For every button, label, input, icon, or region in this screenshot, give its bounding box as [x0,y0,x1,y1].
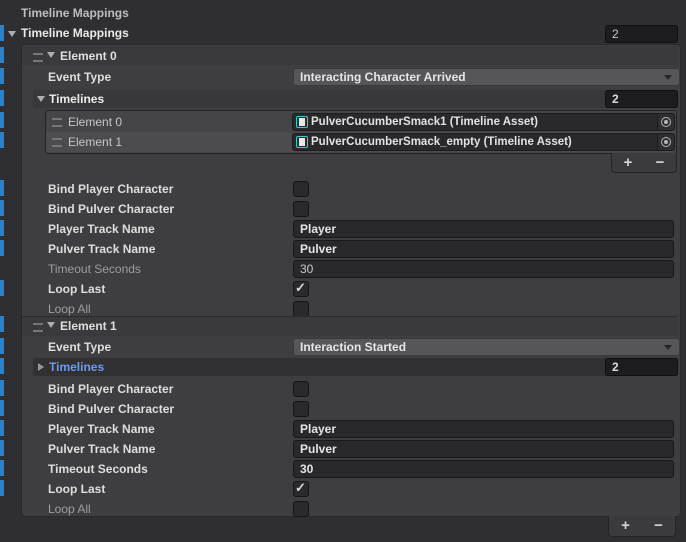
timeline-asset-name: PulverCucumberSmack_empty (Timeline Asse… [308,134,657,150]
timeout-seconds-label: Timeout Seconds [48,260,141,278]
timeline-asset-name: PulverCucumberSmack1 (Timeline Asset) [308,114,657,130]
bind-pulver-character-label: Bind Pulver Character [48,200,174,218]
override-bar [0,460,4,476]
remove-timeline-button[interactable]: − [648,154,672,172]
timeline-asset-icon [296,116,308,128]
override-bar [0,112,4,128]
player-track-name-field[interactable]: Player [293,220,674,238]
override-bar [0,25,4,41]
add-timeline-button[interactable]: + [616,154,640,172]
element-1-header[interactable] [22,316,678,336]
timeline-mappings-list-footer: + − [608,516,676,537]
object-picker-button[interactable] [657,134,674,150]
dropdown-arrow-icon [664,75,672,80]
event-type-label: Event Type [48,68,111,86]
override-bar [0,240,4,256]
pulver-track-name-field[interactable]: Pulver [293,240,674,258]
timeout-seconds-field[interactable]: 30 [293,460,674,478]
event-type-dropdown[interactable]: Interacting Character Arrived [293,68,680,86]
timelines-foldout[interactable]: Timelines [49,90,104,108]
timelines-header[interactable] [33,90,678,108]
add-element-button[interactable]: + [614,517,638,535]
loop-last-label: Loop Last [48,480,105,498]
override-bar [0,180,4,196]
timeout-seconds-field[interactable]: 30 [293,260,674,278]
pulver-track-name-label: Pulver Track Name [48,240,155,258]
loop-last-checkbox[interactable] [293,281,309,297]
pulver-track-name-label: Pulver Track Name [48,440,155,458]
array-size-field[interactable]: 2 [605,358,678,376]
override-bar [0,380,4,396]
element-0-title[interactable]: Element 0 [60,47,117,65]
override-bar [0,47,4,63]
object-picker-icon [661,137,671,147]
override-bar [0,68,4,84]
player-track-name-label: Player Track Name [48,220,155,238]
override-bar [0,480,4,496]
bind-pulver-character-label: Bind Pulver Character [48,400,174,418]
element-0-header[interactable] [22,46,678,65]
override-bar [0,220,4,236]
timeout-seconds-label: Timeout Seconds [48,460,148,478]
array-size-field[interactable]: 2 [605,90,678,108]
pulver-track-name-field[interactable]: Pulver [293,440,674,458]
drag-handle-icon[interactable] [52,118,62,127]
loop-all-checkbox[interactable] [293,501,309,517]
event-type-dropdown[interactable]: Interaction Started [293,338,680,356]
override-bar [0,440,4,456]
event-type-label: Event Type [48,338,111,356]
timeline-asset-field[interactable]: PulverCucumberSmack_empty (Timeline Asse… [292,133,675,151]
array-size-field[interactable]: 2 [605,25,678,43]
timeline-item-label: Element 1 [68,133,122,151]
timelines-foldout[interactable]: Timelines [49,358,104,376]
foldout-closed-icon[interactable] [38,363,44,371]
drag-handle-icon[interactable] [33,53,43,62]
bind-player-character-checkbox[interactable] [293,381,309,397]
event-type-value: Interaction Started [300,340,406,354]
object-picker-icon [661,117,671,127]
bind-pulver-character-checkbox[interactable] [293,201,309,217]
timeline-asset-icon [296,136,308,148]
timelines-list-footer: + − [611,153,677,173]
override-bar [0,420,4,436]
timeline-item-label: Element 0 [68,113,122,131]
loop-all-label: Loop All [48,500,91,518]
foldout-open-icon[interactable] [47,52,55,58]
override-bar [0,400,4,416]
override-bar [0,280,4,296]
foldout-open-icon[interactable] [47,322,55,328]
event-type-value: Interacting Character Arrived [300,70,466,84]
override-bar [0,200,4,216]
bind-pulver-character-checkbox[interactable] [293,401,309,417]
drag-handle-icon[interactable] [33,323,43,332]
override-bar [0,316,4,332]
loop-last-label: Loop Last [48,280,105,298]
timeline-asset-field[interactable]: PulverCucumberSmack1 (Timeline Asset) [292,113,675,131]
bind-player-character-checkbox[interactable] [293,181,309,197]
timelines-header-collapsed[interactable] [33,358,678,376]
drag-handle-icon[interactable] [52,138,62,147]
remove-element-button[interactable]: − [647,517,671,535]
foldout-open-icon[interactable] [8,31,16,37]
loop-all-checkbox[interactable] [293,301,309,317]
override-bar [0,132,4,148]
player-track-name-field[interactable]: Player [293,420,674,438]
timeline-mappings-foldout[interactable]: Timeline Mappings [21,24,129,42]
foldout-open-icon[interactable] [37,96,45,102]
loop-last-checkbox[interactable] [293,481,309,497]
override-bar [0,358,4,374]
unity-inspector-panel: Timeline Mappings Timeline Mappings 2 El… [0,0,686,542]
element-1-title[interactable]: Element 1 [60,317,117,335]
bind-player-character-label: Bind Player Character [48,180,173,198]
override-bar [0,338,4,354]
property-label-timeline-mappings: Timeline Mappings [21,4,129,22]
player-track-name-label: Player Track Name [48,420,155,438]
dropdown-arrow-icon [664,345,672,350]
bind-player-character-label: Bind Player Character [48,380,173,398]
override-bar [0,90,4,106]
object-picker-button[interactable] [657,114,674,130]
